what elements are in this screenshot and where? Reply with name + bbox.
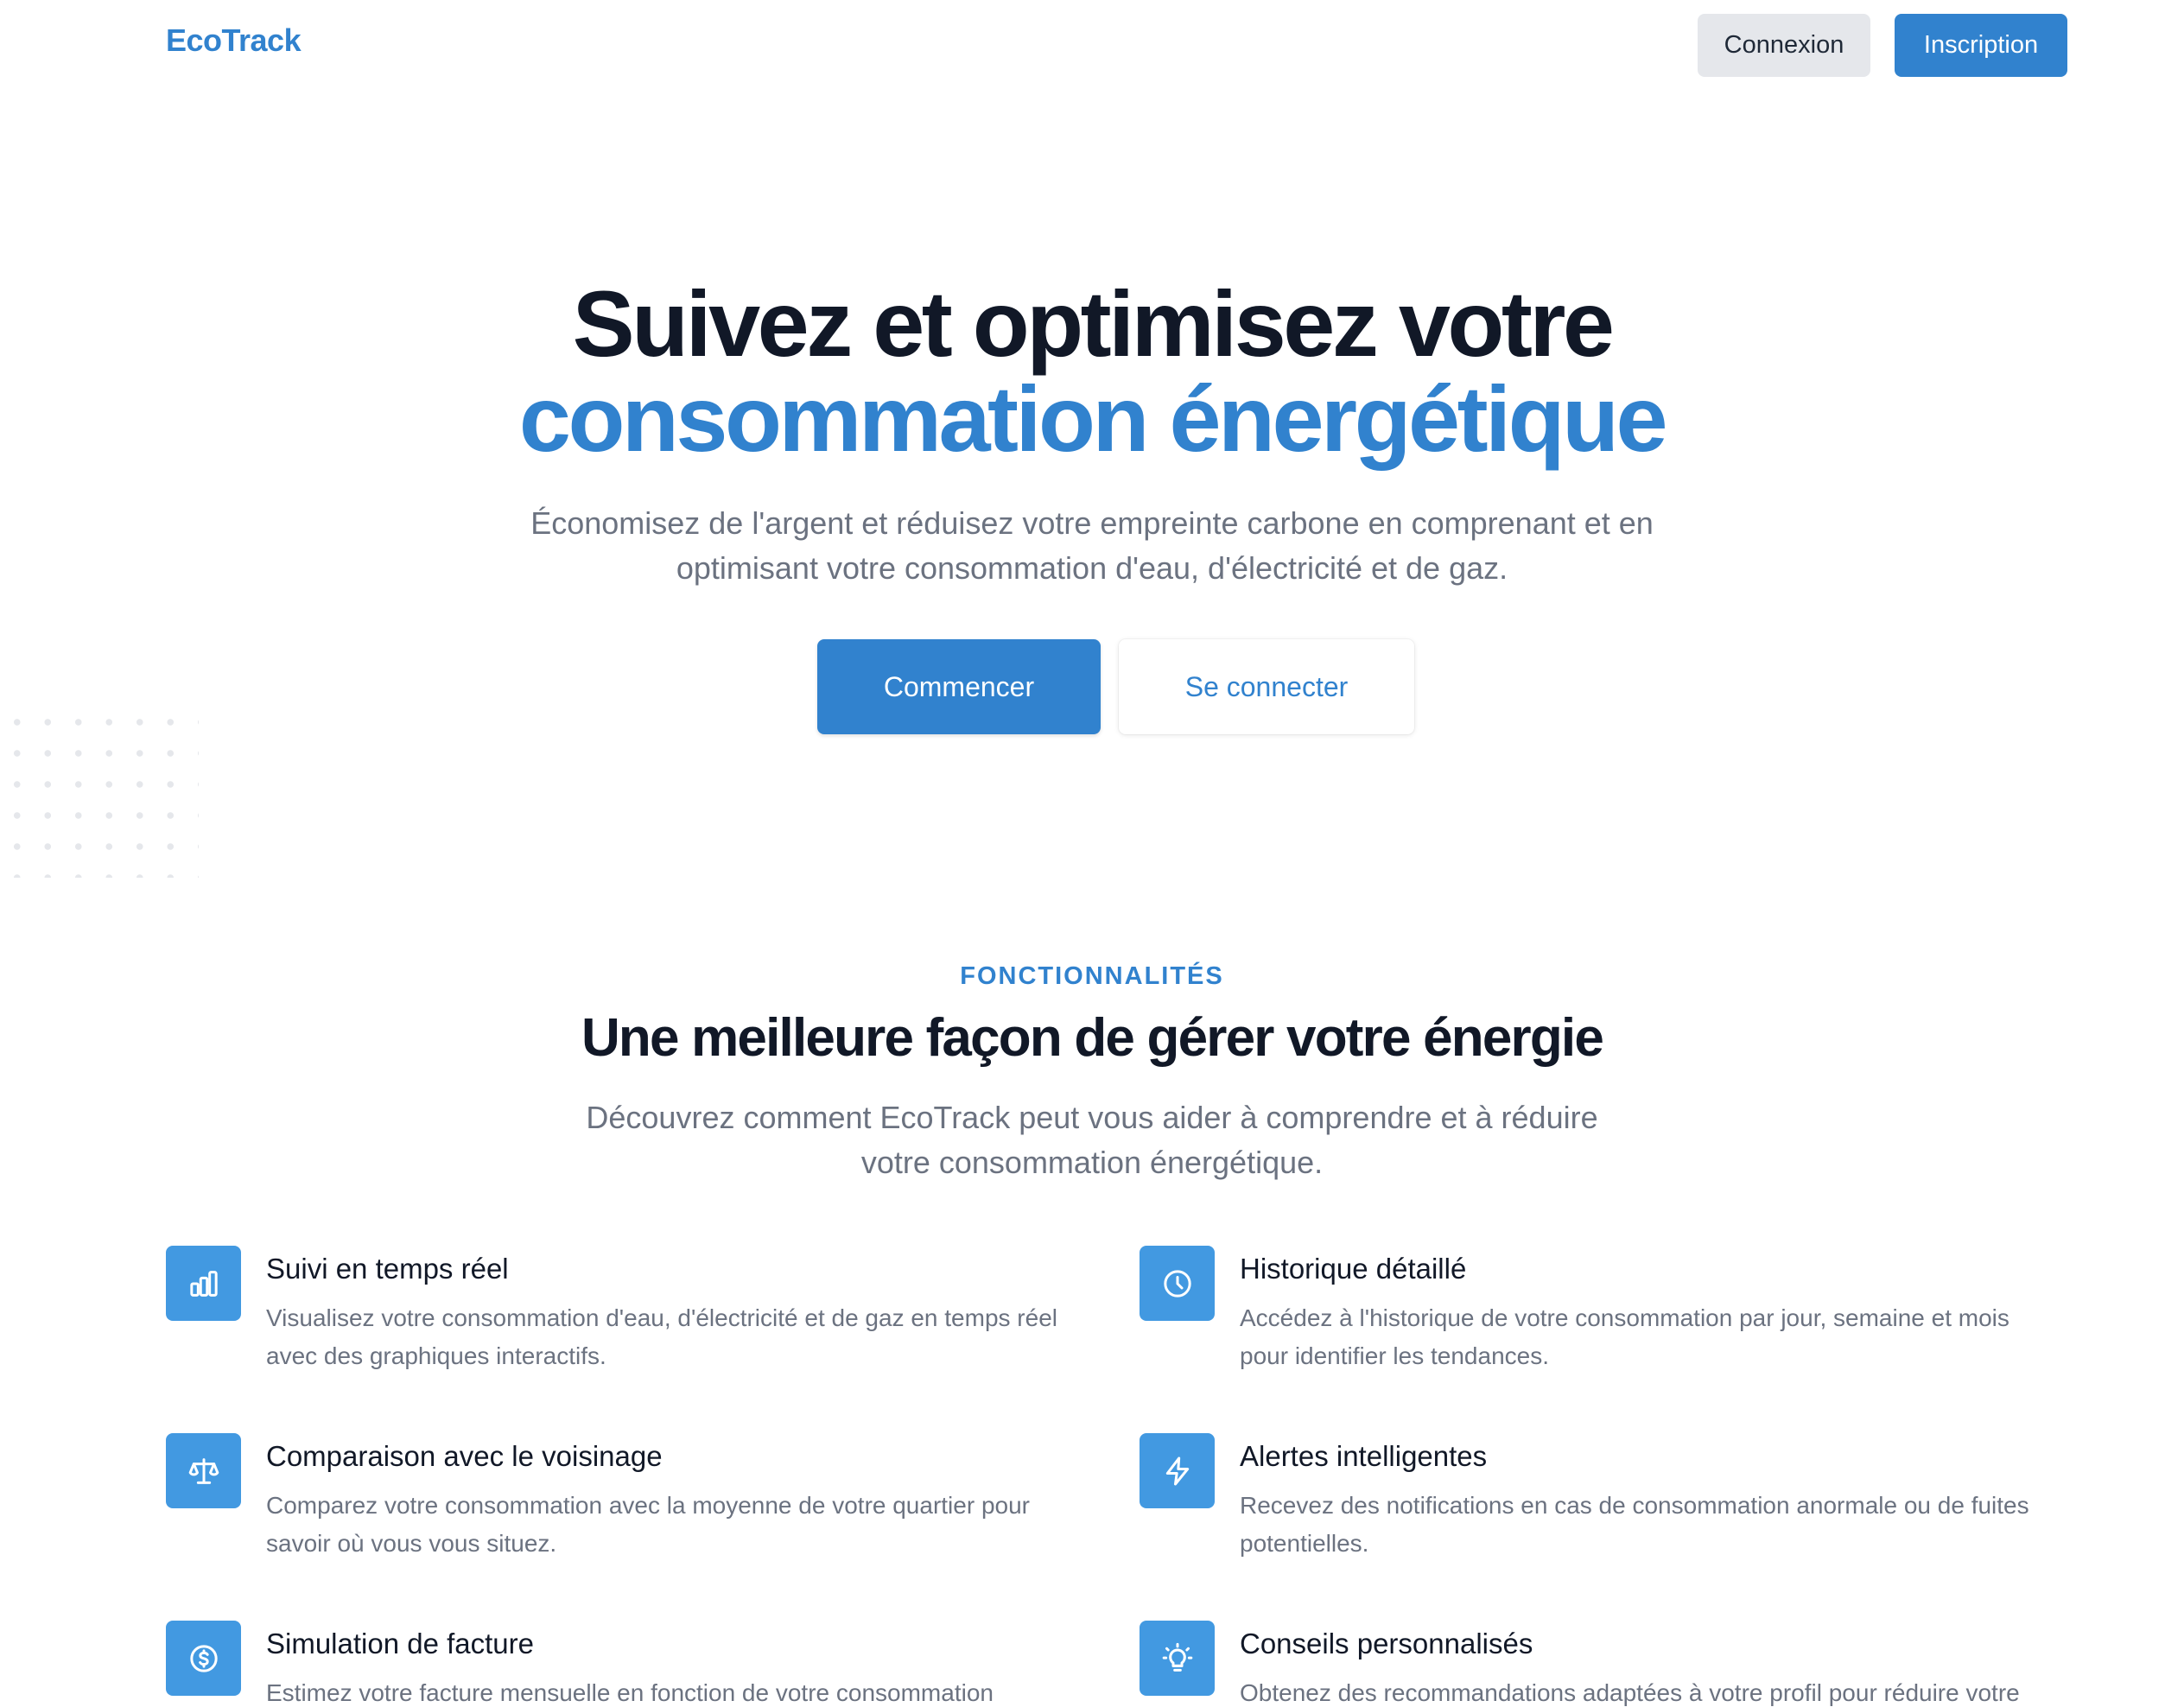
dollar-circle-icon — [166, 1621, 241, 1696]
section-eyebrow: FONCTIONNALITÉS — [960, 962, 1224, 990]
feature-title: Conseils personnalisés — [1240, 1628, 1533, 1659]
bar-chart-icon — [166, 1246, 241, 1321]
hero-title-line1: Suivez et optimisez votre — [572, 271, 1615, 376]
feature-title: Suivi en temps réel — [266, 1253, 509, 1285]
brand-logo[interactable]: EcoTrack — [166, 22, 302, 59]
feature-description: Visualisez votre consommation d'eau, d'é… — [266, 1304, 1057, 1369]
clock-icon — [1140, 1246, 1215, 1321]
feature-description: Recevez des notifications en cas de cons… — [1240, 1492, 2029, 1557]
section-title: Une meilleure façon de gérer votre énerg… — [581, 1008, 1604, 1068]
feature-description: Accédez à l'historique de votre consomma… — [1240, 1304, 2009, 1369]
hero-title: Suivez et optimisez votre consommation é… — [0, 276, 2184, 466]
lightbulb-icon — [1140, 1621, 1215, 1696]
sign-in-button[interactable]: Se connecter — [1119, 639, 1414, 734]
feature-description: Obtenez des recommandations adaptées à v… — [1240, 1679, 2020, 1706]
feature-description: Estimez votre facture mensuelle en fonct… — [266, 1679, 994, 1706]
dot-pattern-decoration — [0, 705, 199, 878]
hero-title-highlight: consommation énergétique — [518, 366, 1668, 471]
scale-icon — [166, 1433, 241, 1508]
feature-title: Comparaison avec le voisinage — [266, 1440, 663, 1472]
hero-subtitle: Économisez de l'argent et réduisez votre… — [530, 505, 1654, 586]
section-subtitle: Découvrez comment EcoTrack peut vous aid… — [586, 1100, 1598, 1180]
feature-title: Simulation de facture — [266, 1628, 535, 1659]
lightning-icon — [1140, 1433, 1215, 1508]
signup-button[interactable]: Inscription — [1895, 14, 2067, 77]
top-navbar: EcoTrack Connexion Inscription — [0, 0, 2184, 90]
get-started-button[interactable]: Commencer — [817, 639, 1101, 734]
login-button[interactable]: Connexion — [1698, 14, 1870, 77]
feature-title: Historique détaillé — [1240, 1253, 1467, 1285]
feature-title: Alertes intelligentes — [1240, 1440, 1488, 1472]
landing-page: EcoTrack Connexion Inscription Suivez et… — [0, 0, 2184, 1707]
feature-description: Comparez votre consommation avec la moye… — [266, 1492, 1030, 1557]
